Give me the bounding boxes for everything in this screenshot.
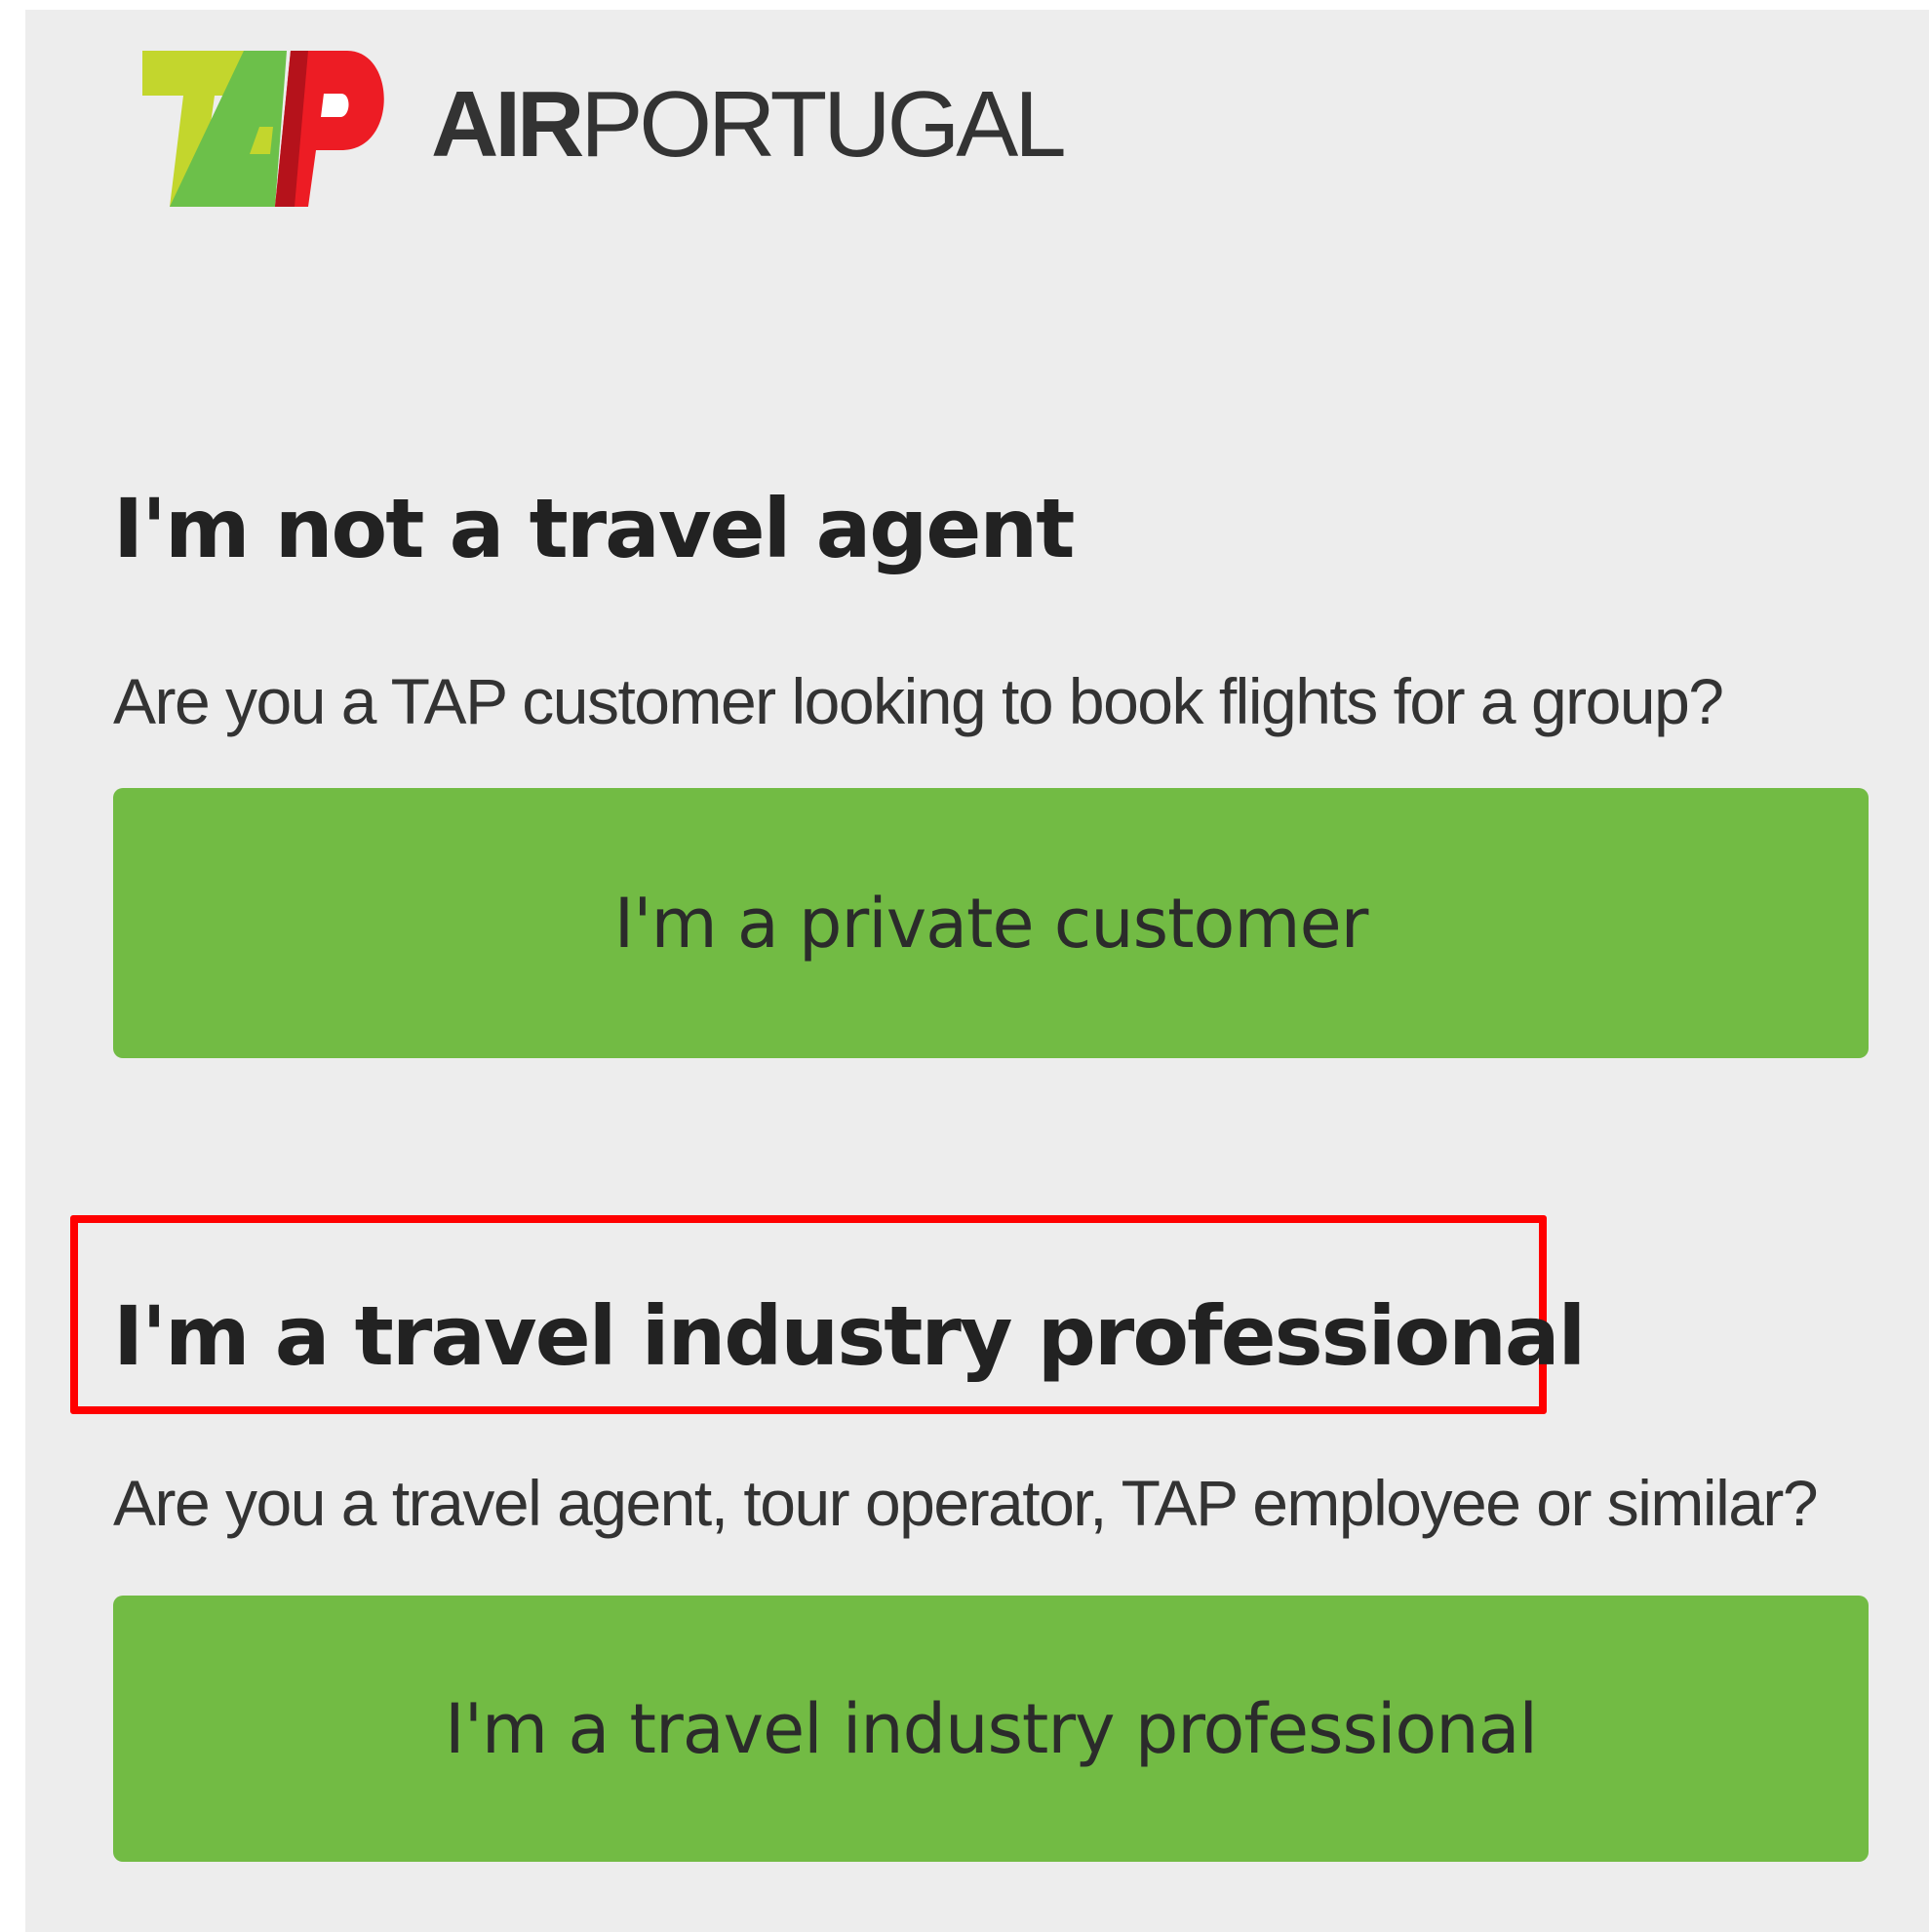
- brand-wordmark: AIRPORTUGAL: [431, 78, 1067, 172]
- page-container: AIRPORTUGAL I'm not a travel agent Are y…: [25, 10, 1929, 1932]
- private-customer-description: Are you a TAP customer looking to book f…: [113, 665, 1724, 737]
- travel-professional-button[interactable]: I'm a travel industry professional: [113, 1596, 1869, 1862]
- tap-air-portugal-logo[interactable]: AIRPORTUGAL: [142, 39, 1067, 211]
- brand-word-air: AIR: [431, 72, 584, 177]
- tap-logo-mark-icon: [142, 51, 384, 207]
- not-travel-agent-heading: I'm not a travel agent: [113, 481, 1075, 576]
- private-customer-button[interactable]: I'm a private customer: [113, 788, 1869, 1058]
- travel-professional-description: Are you a travel agent, tour operator, T…: [113, 1467, 1819, 1539]
- brand-word-portugal: PORTUGAL: [580, 72, 1066, 177]
- travel-professional-heading: I'm a travel industry professional: [113, 1288, 1586, 1384]
